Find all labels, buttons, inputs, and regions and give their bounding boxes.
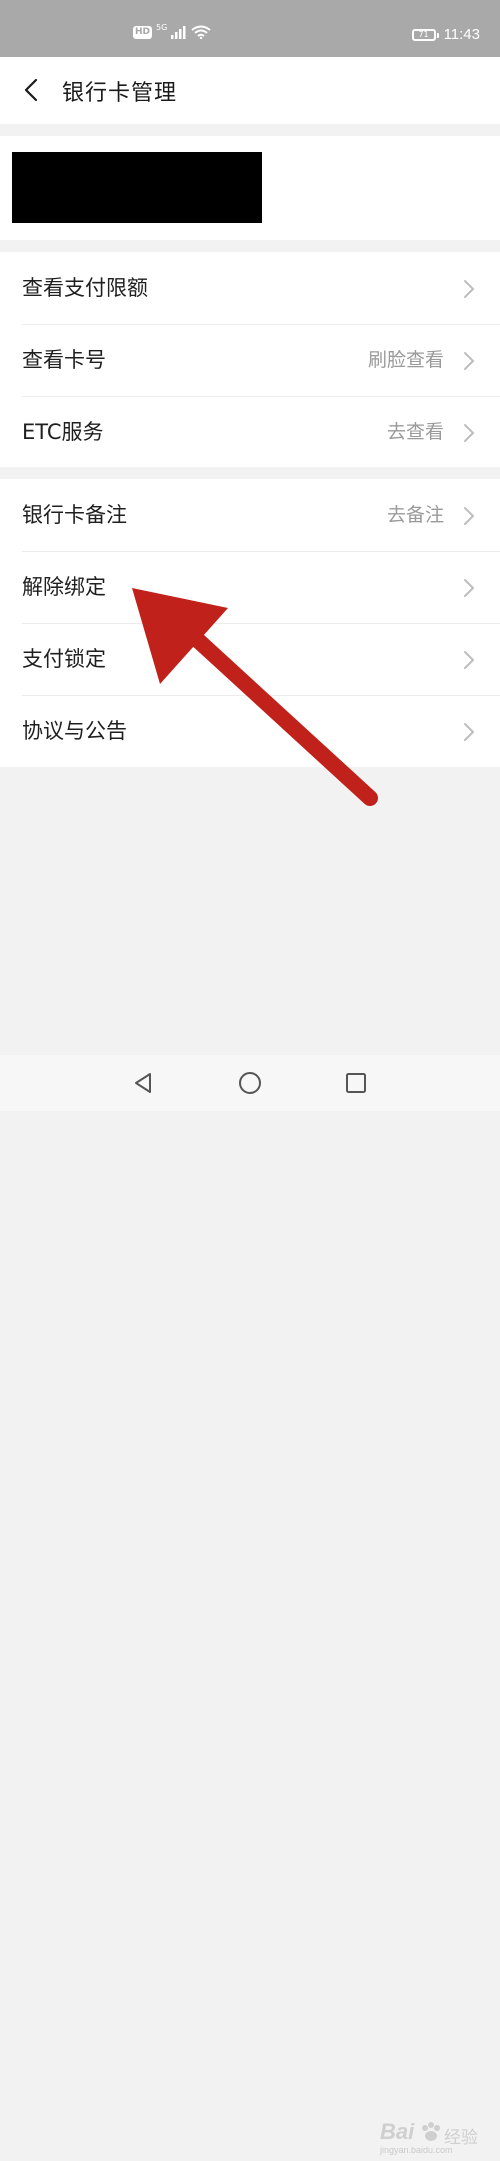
row-payment-lock[interactable]: 支付锁定 bbox=[0, 623, 500, 695]
chevron-right-icon bbox=[464, 424, 474, 442]
chevron-right-icon bbox=[464, 723, 474, 741]
network-type: 5G bbox=[156, 22, 168, 32]
signal-icon bbox=[171, 25, 186, 39]
row-label: 解除绑定 bbox=[22, 575, 106, 599]
card-info-section bbox=[0, 136, 500, 240]
wifi-icon bbox=[191, 25, 211, 39]
battery-level: 71 bbox=[418, 29, 429, 39]
row-unbind-card[interactable]: 解除绑定 bbox=[0, 551, 500, 623]
hd-badge: HD bbox=[133, 25, 153, 39]
row-etc-service[interactable]: ETC服务 去查看 bbox=[0, 396, 500, 468]
row-value: 刷脸查看 bbox=[367, 349, 444, 371]
nav-back-icon[interactable] bbox=[132, 1072, 154, 1094]
settings-group-1: 查看支付限额 查看卡号 刷脸查看 ETC服务 去查看 bbox=[0, 252, 500, 467]
row-label: 支付锁定 bbox=[22, 647, 106, 671]
row-value: 去查看 bbox=[386, 421, 444, 443]
row-label: 查看卡号 bbox=[22, 348, 106, 372]
settings-group-2: 银行卡备注 去备注 解除绑定 支付锁定 协议与公告 bbox=[0, 479, 500, 767]
watermark-url: jingyan.baidu.com bbox=[380, 2145, 453, 2155]
nav-recents-icon[interactable] bbox=[345, 1072, 367, 1094]
paw-icon bbox=[422, 2122, 440, 2141]
chevron-right-icon bbox=[464, 579, 474, 597]
nav-header: 银行卡管理 bbox=[0, 57, 500, 124]
row-card-note[interactable]: 银行卡备注 去备注 bbox=[0, 479, 500, 551]
row-view-payment-limit[interactable]: 查看支付限额 bbox=[0, 252, 500, 324]
nav-home-icon[interactable] bbox=[238, 1072, 262, 1096]
row-value: 去备注 bbox=[386, 504, 444, 526]
status-right: 71 11:43 bbox=[411, 26, 480, 43]
clock: 11:43 bbox=[443, 26, 480, 43]
watermark-text: Bai bbox=[380, 2119, 415, 2144]
battery-icon: 71 bbox=[411, 28, 439, 41]
row-agreements[interactable]: 协议与公告 bbox=[0, 695, 500, 767]
status-bar: HD 5G 71 11:43 bbox=[0, 0, 500, 57]
chevron-right-icon bbox=[464, 651, 474, 669]
system-nav-bar: Bai 经验 jingyan.baidu.com bbox=[0, 1055, 500, 2155]
row-label: 协议与公告 bbox=[22, 719, 127, 743]
baidu-watermark: Bai 经验 jingyan.baidu.com bbox=[380, 2117, 492, 2161]
row-label: 银行卡备注 bbox=[22, 503, 127, 527]
redacted-card-info bbox=[12, 152, 262, 223]
back-arrow-icon[interactable] bbox=[18, 76, 46, 104]
status-icons: HD 5G bbox=[133, 22, 211, 39]
chevron-right-icon bbox=[464, 280, 474, 298]
row-label: ETC服务 bbox=[22, 420, 104, 444]
page-title: 银行卡管理 bbox=[62, 81, 178, 106]
chevron-right-icon bbox=[464, 352, 474, 370]
row-view-card-number[interactable]: 查看卡号 刷脸查看 bbox=[0, 324, 500, 396]
row-label: 查看支付限额 bbox=[22, 276, 148, 300]
chevron-right-icon bbox=[464, 507, 474, 525]
